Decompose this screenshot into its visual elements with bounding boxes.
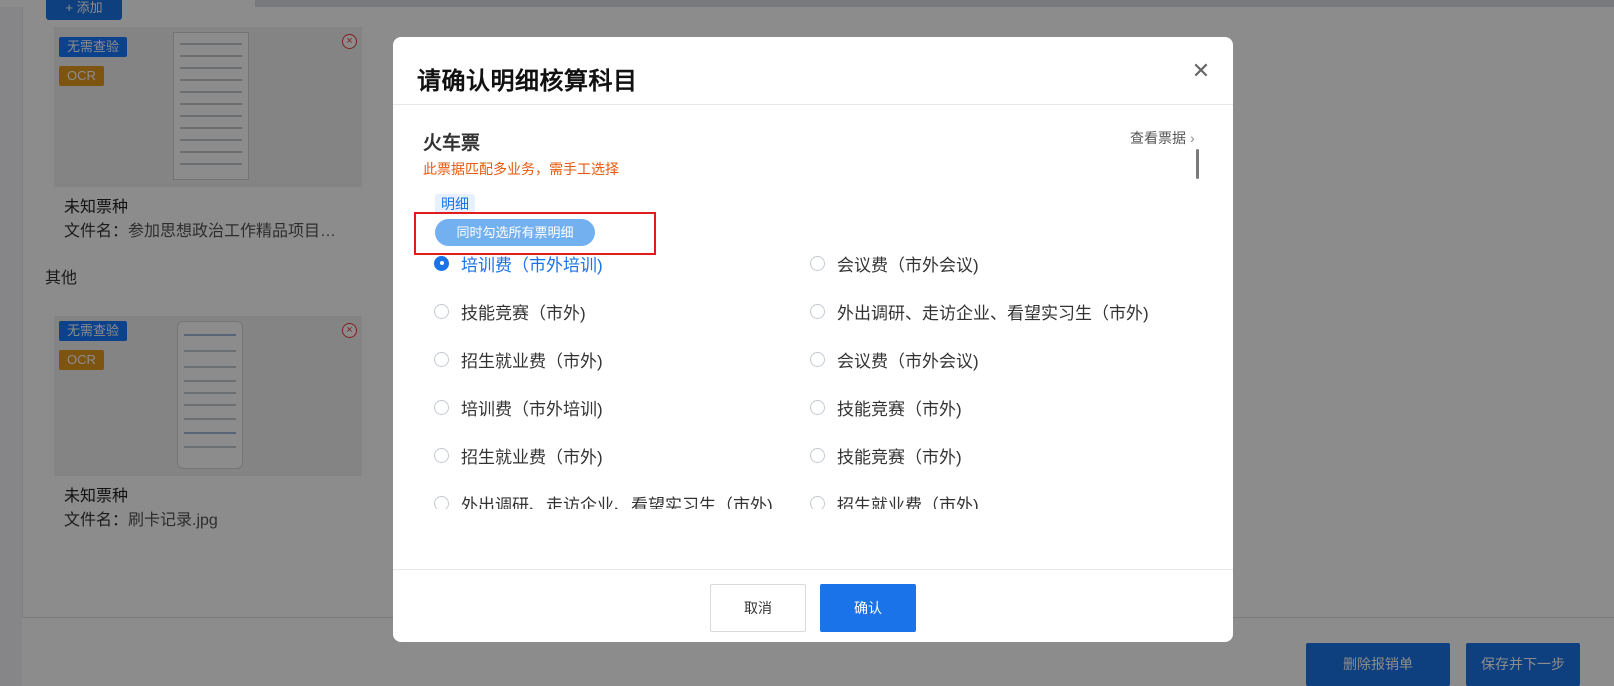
radio-icon[interactable] <box>810 399 825 415</box>
radio-icon[interactable] <box>810 255 825 271</box>
chevron-right-icon: › <box>1190 130 1195 146</box>
option-radio[interactable]: 招生就业费（市外) <box>810 489 979 509</box>
confirm-button[interactable]: 确认 <box>820 584 916 632</box>
option-radio[interactable]: 技能竞赛（市外) <box>810 393 962 421</box>
option-radio[interactable]: 招生就业费（市外) <box>434 441 603 469</box>
option-radio[interactable]: 外出调研、走访企业、看望实习生（市外) <box>434 489 773 509</box>
confirm-account-dialog: 请确认明细核算科目 ✕ 火车票 此票据匹配多业务，需手工选择 查看票据 › 明细 … <box>393 37 1233 642</box>
select-all-details-button[interactable]: 同时勾选所有票明细 <box>435 219 595 246</box>
ticket-type-title: 火车票 <box>423 133 481 154</box>
option-radio[interactable]: 培训费（市外培训) <box>434 249 603 277</box>
dialog-title: 请确认明细核算科目 <box>417 68 638 95</box>
option-radio[interactable]: 外出调研、走访企业、看望实习生（市外) <box>810 297 1149 325</box>
dialog-header: 请确认明细核算科目 ✕ <box>393 37 1233 105</box>
radio-icon[interactable] <box>434 495 449 509</box>
detail-tag: 明细 <box>435 194 475 214</box>
close-icon[interactable]: ✕ <box>1190 60 1212 82</box>
view-ticket-link[interactable]: 查看票据 › <box>1130 128 1195 148</box>
option-radio[interactable]: 技能竞赛（市外) <box>434 297 586 325</box>
option-radio[interactable]: 招生就业费（市外) <box>434 345 603 373</box>
radio-checked-icon[interactable] <box>434 255 449 271</box>
radio-icon[interactable] <box>810 447 825 463</box>
option-radio[interactable]: 会议费（市外会议) <box>810 249 979 277</box>
account-options-list: 培训费（市外培训) 会议费（市外会议) 技能竞赛（市外) 外出调研、走访企业、看… <box>434 249 1214 509</box>
radio-icon[interactable] <box>434 447 449 463</box>
radio-icon[interactable] <box>810 303 825 319</box>
radio-icon[interactable] <box>810 495 825 509</box>
option-radio[interactable]: 技能竞赛（市外) <box>810 441 962 469</box>
multi-match-warning: 此票据匹配多业务，需手工选择 <box>423 161 619 177</box>
option-radio[interactable]: 会议费（市外会议) <box>810 345 979 373</box>
radio-icon[interactable] <box>434 399 449 415</box>
cancel-button[interactable]: 取消 <box>710 584 806 632</box>
radio-icon[interactable] <box>434 303 449 319</box>
dialog-footer: 取消 确认 <box>393 569 1233 642</box>
dialog-body: 火车票 此票据匹配多业务，需手工选择 查看票据 › 明细 同时勾选所有票明细 培训… <box>393 106 1233 568</box>
option-radio[interactable]: 培训费（市外培训) <box>434 393 603 421</box>
radio-icon[interactable] <box>810 351 825 367</box>
radio-icon[interactable] <box>434 351 449 367</box>
scrollbar-thumb[interactable] <box>1196 149 1199 179</box>
